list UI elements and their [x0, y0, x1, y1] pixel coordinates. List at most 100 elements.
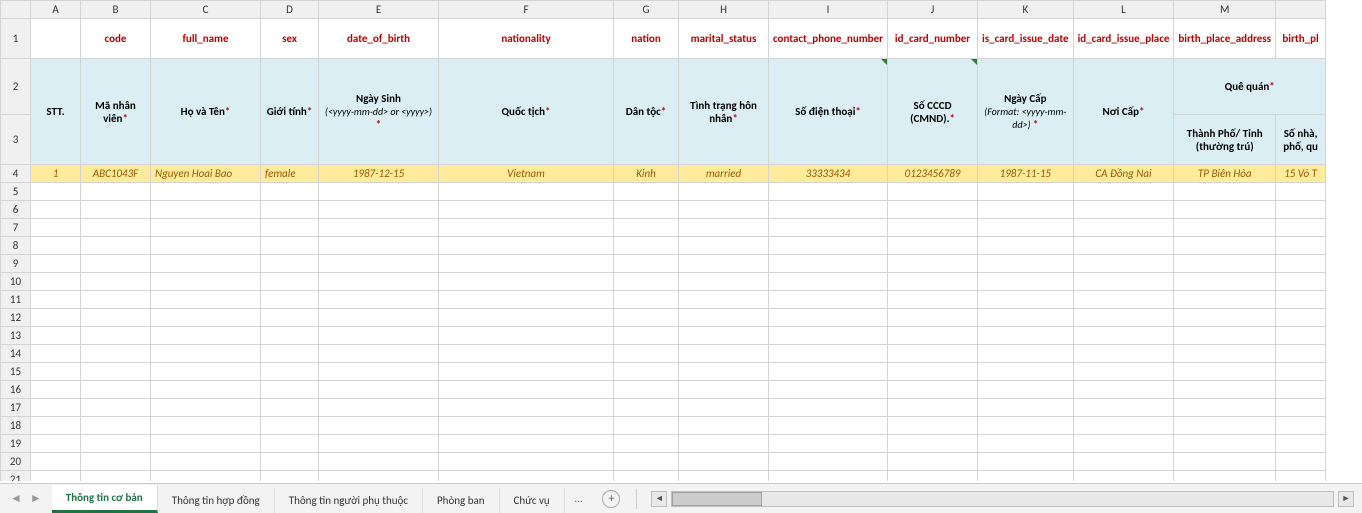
cell-empty[interactable] — [1276, 201, 1326, 219]
cell-empty[interactable] — [439, 255, 614, 273]
cell-empty[interactable] — [151, 327, 261, 345]
cell-K1[interactable]: is_card_issue_date — [978, 19, 1074, 59]
cell-empty[interactable] — [1073, 399, 1174, 417]
cell-empty[interactable] — [1276, 435, 1326, 453]
cell-empty[interactable] — [769, 201, 888, 219]
cell-C2[interactable]: Họ và Tên* — [151, 59, 261, 165]
cell-empty[interactable] — [614, 201, 679, 219]
cell-empty[interactable] — [151, 363, 261, 381]
cell-H1[interactable]: marital_status — [679, 19, 769, 59]
cell-empty[interactable] — [1073, 183, 1174, 201]
cell-empty[interactable] — [319, 237, 439, 255]
cell-B1[interactable]: code — [81, 19, 151, 59]
cell-empty[interactable] — [81, 309, 151, 327]
cell-empty[interactable] — [1276, 471, 1326, 482]
scroll-thumb[interactable] — [672, 492, 762, 506]
cell-empty[interactable] — [31, 381, 81, 399]
cell-empty[interactable] — [1276, 417, 1326, 435]
cell-empty[interactable] — [1174, 309, 1276, 327]
cell-M3[interactable]: Thành Phố/ Tỉnh (thường trú) — [1174, 115, 1276, 165]
cell-empty[interactable] — [319, 471, 439, 482]
cell-empty[interactable] — [614, 345, 679, 363]
cell-empty[interactable] — [31, 309, 81, 327]
col-header-A[interactable]: A — [31, 1, 81, 19]
sheet-tab-1[interactable]: Thông tin hợp đồng — [158, 488, 275, 513]
row-header-19[interactable]: 19 — [1, 435, 31, 453]
cell-empty[interactable] — [1073, 381, 1174, 399]
cell-empty[interactable] — [439, 219, 614, 237]
cell-empty[interactable] — [614, 237, 679, 255]
cell-empty[interactable] — [31, 237, 81, 255]
row-header-10[interactable]: 10 — [1, 273, 31, 291]
cell-J1[interactable]: id_card_number — [888, 19, 978, 59]
cell-empty[interactable] — [261, 399, 319, 417]
cell-empty[interactable] — [1276, 291, 1326, 309]
cell-empty[interactable] — [31, 363, 81, 381]
cell-empty[interactable] — [614, 327, 679, 345]
cell-empty[interactable] — [888, 273, 978, 291]
cell-G2[interactable]: Dân tộc* — [614, 59, 679, 165]
cell-empty[interactable] — [1073, 237, 1174, 255]
more-sheets-icon[interactable]: … — [565, 492, 593, 505]
cell-empty[interactable] — [319, 327, 439, 345]
row-header-17[interactable]: 17 — [1, 399, 31, 417]
cell-I4[interactable]: 33333434 — [769, 165, 888, 183]
cell-E1[interactable]: date_of_birth — [319, 19, 439, 59]
row-header-14[interactable]: 14 — [1, 345, 31, 363]
cell-empty[interactable] — [261, 309, 319, 327]
cell-B2[interactable]: Mã nhân viên* — [81, 59, 151, 165]
cell-empty[interactable] — [319, 201, 439, 219]
cell-empty[interactable] — [261, 255, 319, 273]
cell-empty[interactable] — [319, 363, 439, 381]
cell-empty[interactable] — [679, 273, 769, 291]
cell-A4[interactable]: 1 — [31, 165, 81, 183]
cell-empty[interactable] — [1073, 471, 1174, 482]
row-header-11[interactable]: 11 — [1, 291, 31, 309]
cell-empty[interactable] — [1073, 345, 1174, 363]
cell-empty[interactable] — [31, 273, 81, 291]
cell-empty[interactable] — [888, 237, 978, 255]
cell-empty[interactable] — [978, 237, 1074, 255]
cell-empty[interactable] — [439, 453, 614, 471]
cell-empty[interactable] — [81, 435, 151, 453]
col-header-H[interactable]: H — [679, 1, 769, 19]
cell-I1[interactable]: contact_phone_number — [769, 19, 888, 59]
cell-empty[interactable] — [261, 183, 319, 201]
cell-empty[interactable] — [614, 435, 679, 453]
cell-empty[interactable] — [978, 291, 1074, 309]
col-header-next[interactable] — [1276, 1, 1326, 19]
cell-empty[interactable] — [81, 381, 151, 399]
cell-empty[interactable] — [679, 345, 769, 363]
cell-empty[interactable] — [1276, 309, 1326, 327]
cell-empty[interactable] — [319, 219, 439, 237]
cell-D1[interactable]: sex — [261, 19, 319, 59]
cell-empty[interactable] — [769, 435, 888, 453]
cell-B4[interactable]: ABC1043F — [81, 165, 151, 183]
cell-empty[interactable] — [614, 291, 679, 309]
cell-empty[interactable] — [439, 363, 614, 381]
cell-empty[interactable] — [679, 237, 769, 255]
cell-empty[interactable] — [439, 327, 614, 345]
cell-empty[interactable] — [769, 219, 888, 237]
row-header-9[interactable]: 9 — [1, 255, 31, 273]
cell-empty[interactable] — [679, 327, 769, 345]
cell-empty[interactable] — [888, 309, 978, 327]
cell-empty[interactable] — [888, 471, 978, 482]
cell-empty[interactable] — [769, 381, 888, 399]
cell-J4[interactable]: 0123456789 — [888, 165, 978, 183]
cell-empty[interactable] — [769, 399, 888, 417]
sheet-tab-3[interactable]: Phòng ban — [423, 488, 500, 513]
cell-empty[interactable] — [769, 363, 888, 381]
cell-empty[interactable] — [679, 219, 769, 237]
cell-empty[interactable] — [769, 255, 888, 273]
cell-empty[interactable] — [679, 363, 769, 381]
row-header-5[interactable]: 5 — [1, 183, 31, 201]
col-header-F[interactable]: F — [439, 1, 614, 19]
cell-empty[interactable] — [319, 381, 439, 399]
cell-empty[interactable] — [1073, 309, 1174, 327]
cell-empty[interactable] — [1073, 273, 1174, 291]
cell-M4[interactable]: TP Biên Hòa — [1174, 165, 1276, 183]
cell-empty[interactable] — [888, 453, 978, 471]
row-header-13[interactable]: 13 — [1, 327, 31, 345]
cell-empty[interactable] — [769, 309, 888, 327]
